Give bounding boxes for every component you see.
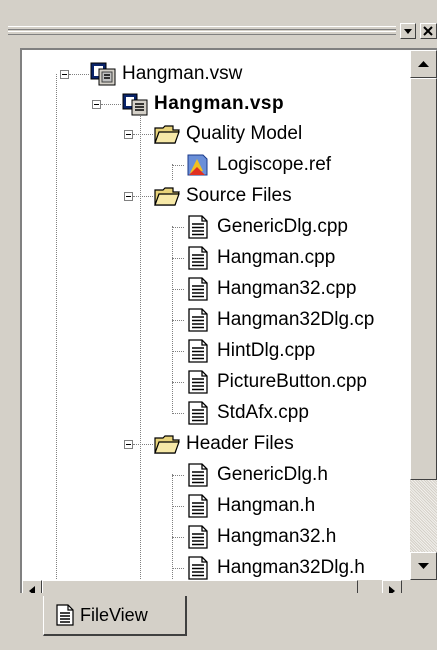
tree-item-label: StdAfx.cpp (217, 402, 309, 423)
document-icon (185, 308, 211, 332)
document-icon (185, 277, 211, 301)
tree-item-label: Hangman32Dlg.h (217, 557, 365, 578)
close-icon (423, 26, 433, 36)
tree-connector-line (172, 351, 184, 352)
tree-item-label: Source Files (186, 185, 292, 206)
tree-item-label: Header Files (186, 433, 294, 454)
scroll-down-button[interactable] (410, 552, 437, 580)
file-tree[interactable]: Hangman.vsw Hangman.vsp Quality Model Logis… (22, 50, 410, 593)
title-grip[interactable] (8, 26, 396, 30)
expand-collapse-toggle[interactable] (92, 100, 101, 109)
tree-item-label: Hangman.vsp (154, 93, 285, 114)
tree-connector-line (172, 475, 184, 476)
folder-icon (154, 122, 180, 146)
document-icon (185, 525, 211, 549)
tree-item-label: Hangman32.cpp (217, 278, 357, 299)
tree-connector-line (69, 74, 89, 75)
document-icon (185, 463, 211, 487)
workspace-icon (90, 62, 116, 86)
project-icon (122, 92, 148, 116)
vertical-scrollbar[interactable] (410, 50, 437, 580)
document-icon (185, 556, 211, 580)
arrow-right-icon (389, 586, 395, 593)
tree-connector-line (172, 413, 184, 414)
tab-bar: FileView (0, 596, 437, 650)
document-icon (185, 215, 211, 239)
vertical-scroll-thumb[interactable] (410, 78, 437, 480)
expand-collapse-toggle[interactable] (124, 130, 133, 139)
tree-item-label: Hangman32Dlg.cp (217, 309, 375, 330)
folder-icon (154, 432, 180, 456)
tree-connector-line (172, 506, 184, 507)
tree-connector-line (133, 444, 153, 445)
tree-item-label: PictureButton.cpp (217, 371, 367, 392)
tree-connector-line (101, 104, 121, 105)
tree-connector-line (133, 196, 153, 197)
folder-icon (154, 184, 180, 208)
tree-connector-line (172, 568, 184, 569)
tree-connector-line (172, 474, 173, 593)
scroll-left-button[interactable] (22, 580, 42, 593)
document-icon (185, 494, 211, 518)
tree-item-label: Hangman.cpp (217, 247, 336, 268)
dropdown-icon (404, 29, 412, 34)
tree-item-label: Hangman.h (217, 495, 316, 516)
document-icon (185, 370, 211, 394)
file-tree-panel: Hangman.vsw Hangman.vsp Quality Model Logis… (20, 48, 437, 593)
expand-collapse-toggle[interactable] (124, 192, 133, 201)
tree-connector-line (172, 227, 184, 228)
tab-label: FileView (80, 605, 148, 625)
tree-item-label: GenericDlg.h (217, 464, 328, 485)
tree-connector-line (172, 320, 184, 321)
arrow-down-icon (418, 563, 429, 569)
dropdown-button[interactable] (400, 23, 416, 39)
expand-collapse-toggle[interactable] (124, 440, 133, 449)
document-icon (56, 604, 74, 626)
tree-connector-line (172, 258, 184, 259)
tab-fileview[interactable]: FileView (43, 596, 187, 636)
tree-connector-line (172, 382, 184, 383)
scrollbar-corner (410, 580, 437, 593)
expand-collapse-toggle[interactable] (60, 70, 69, 79)
tree-item-label: Hangman.vsw (122, 63, 243, 84)
tree-item-label: HintDlg.cpp (217, 340, 316, 361)
tree-item-label: Logiscope.ref (217, 154, 332, 175)
panel-title-bar[interactable] (0, 0, 437, 44)
arrow-up-icon (418, 61, 429, 67)
tree-connector-line (140, 104, 141, 593)
document-icon (185, 246, 211, 270)
document-icon (185, 339, 211, 363)
arrow-left-icon (29, 586, 35, 593)
title-grip[interactable] (8, 31, 396, 35)
scroll-up-button[interactable] (410, 50, 437, 78)
document-icon (185, 401, 211, 425)
scroll-right-button[interactable] (382, 580, 402, 593)
tree-connector-line (172, 226, 173, 412)
logiscope-icon (185, 153, 211, 177)
tree-item-label: Hangman32.h (217, 526, 337, 547)
tree-connector-line (172, 537, 184, 538)
tree-connector-line (172, 164, 173, 180)
horizontal-scroll-thumb[interactable] (42, 580, 358, 593)
horizontal-scrollbar[interactable] (22, 580, 410, 593)
tree-item-label: GenericDlg.cpp (217, 216, 348, 237)
tree-connector-line (172, 165, 184, 166)
tree-connector-line (172, 289, 184, 290)
tree-item-label: Quality Model (186, 123, 303, 144)
tree-connector-line (56, 74, 57, 593)
tree-connector-line (133, 134, 153, 135)
close-button[interactable] (420, 23, 437, 39)
